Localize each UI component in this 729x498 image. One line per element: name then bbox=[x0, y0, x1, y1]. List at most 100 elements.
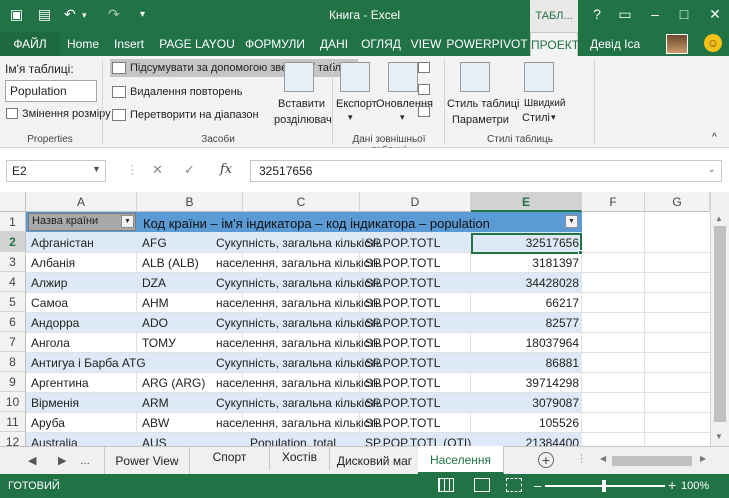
fill-handle[interactable] bbox=[578, 250, 583, 255]
select-all-corner[interactable] bbox=[0, 192, 26, 212]
zoom-level[interactable]: 100% bbox=[681, 480, 709, 492]
cell-country-code[interactable]: ADO bbox=[139, 313, 171, 333]
export-button[interactable]: Експорт bbox=[336, 98, 377, 110]
cell-indicator-name[interactable]: населення, загальна кількість bbox=[213, 373, 384, 393]
page-break-view-icon[interactable] bbox=[506, 478, 522, 492]
properties-small-icon[interactable] bbox=[418, 62, 430, 73]
smiley-feedback-icon[interactable]: ☺ bbox=[704, 34, 722, 52]
unlink-icon[interactable] bbox=[418, 106, 430, 117]
convert-range-button[interactable]: Перетворити на діапазон bbox=[130, 109, 259, 121]
tab-split-handle-icon[interactable]: ⋮ bbox=[576, 452, 587, 465]
cell-population[interactable]: 39714298 bbox=[471, 373, 582, 393]
cell-population[interactable]: 34428028 bbox=[471, 273, 582, 293]
cell-indicator-name[interactable]: Сукупність, загальна кількість bbox=[213, 393, 385, 413]
summarize-pivot-button[interactable]: Підсумувати за допомогою зведеної таблиц… bbox=[130, 62, 356, 74]
cell-indicator-code[interactable]: SP.POP.TOTL bbox=[362, 393, 443, 413]
column-header-b[interactable]: B bbox=[137, 192, 243, 212]
cell-indicator-code[interactable]: SP.POP.TOTL bbox=[362, 233, 443, 253]
cell-population[interactable]: 105526 bbox=[471, 413, 582, 433]
column-header-e[interactable]: E bbox=[471, 192, 582, 212]
row-header[interactable]: 3 bbox=[0, 252, 26, 272]
cell-indicator-name[interactable]: населення, загальна кількість bbox=[213, 293, 384, 313]
cell-country-code[interactable]: ARG (ARG) bbox=[139, 373, 208, 393]
cell-country-code[interactable]: ARM bbox=[139, 393, 172, 413]
worksheet-grid[interactable]: A B C D E F G 1 2 3 4 5 6 7 8 9 10 11 12… bbox=[0, 192, 710, 446]
zoom-slider-thumb[interactable] bbox=[602, 480, 606, 492]
column-header-g[interactable]: G bbox=[645, 192, 710, 212]
cell-indicator-name[interactable]: Сукупність, загальна кількість bbox=[213, 313, 385, 333]
insert-slicer-line1[interactable]: Вставити bbox=[278, 98, 325, 110]
cell-country-name[interactable]: Самоа bbox=[28, 293, 71, 313]
tab-powerpivot[interactable]: POWERPIVOT bbox=[446, 32, 528, 56]
page-layout-view-icon[interactable] bbox=[474, 478, 490, 492]
maximize-icon[interactable]: □ bbox=[672, 6, 696, 22]
cell-country-name[interactable]: Алжир bbox=[28, 273, 70, 293]
scroll-left-icon[interactable]: ◀ bbox=[600, 454, 606, 463]
cell-population[interactable]: 3079087 bbox=[471, 393, 582, 413]
cell-indicator-code[interactable]: SP.POP.TOTL bbox=[362, 333, 443, 353]
row-header[interactable]: 2 bbox=[0, 232, 26, 252]
cell-indicator-code[interactable]: SP.POP.TOTL bbox=[362, 253, 443, 273]
zoom-in-icon[interactable]: + bbox=[668, 477, 676, 493]
hscroll-thumb[interactable] bbox=[612, 456, 692, 466]
sheet-tab-sport[interactable]: Спорт bbox=[190, 443, 270, 470]
close-icon[interactable]: ✕ bbox=[703, 6, 727, 23]
scroll-right-icon[interactable]: ▶ bbox=[700, 454, 706, 463]
tab-file[interactable]: ФАЙЛ bbox=[0, 32, 60, 56]
cell-indicator-name[interactable]: населення, загальна кількість bbox=[213, 413, 384, 433]
prev-sheet-icon[interactable]: ◀ bbox=[28, 454, 36, 467]
enter-icon[interactable]: ✓ bbox=[184, 162, 195, 178]
user-name[interactable]: Девід Іса bbox=[590, 37, 640, 51]
cell-indicator-code[interactable]: SP.POP.TOTL bbox=[362, 273, 443, 293]
minimize-icon[interactable]: – bbox=[643, 6, 667, 22]
cell-country-name[interactable]: Аруба bbox=[28, 413, 68, 433]
cell-population[interactable]: 66217 bbox=[471, 293, 582, 313]
row-header[interactable]: 12 bbox=[0, 432, 26, 446]
row-header[interactable]: 9 bbox=[0, 372, 26, 392]
avatar[interactable] bbox=[666, 34, 688, 54]
column-header-f[interactable]: F bbox=[582, 192, 645, 212]
name-box[interactable]: E2 bbox=[6, 160, 106, 182]
tab-data[interactable]: ДАНІ bbox=[314, 32, 354, 56]
cell-indicator-code[interactable]: SP.POP.TOTL bbox=[362, 293, 443, 313]
cell-population[interactable]: 3181397 bbox=[471, 253, 582, 273]
row-header[interactable]: 7 bbox=[0, 332, 26, 352]
cell-country-name[interactable]: Australia bbox=[28, 433, 81, 446]
cell-indicator-name[interactable]: населення, загальна кількість bbox=[213, 333, 384, 353]
style-options-line1[interactable]: Стиль таблиці bbox=[447, 98, 519, 110]
cell-indicator-name[interactable]: Сукупність, загальна кількість bbox=[213, 273, 385, 293]
cell-country-code[interactable]: ALB (ALB) bbox=[139, 253, 202, 273]
cell-indicator-name[interactable]: Сукупність, загальна кількість bbox=[213, 233, 385, 253]
row-header[interactable]: 4 bbox=[0, 272, 26, 292]
cell-country-code[interactable] bbox=[139, 353, 145, 373]
cell-country-code[interactable]: ABW bbox=[139, 413, 172, 433]
resize-table-button[interactable]: Змінення розміру bbox=[22, 108, 111, 120]
cell-indicator-code[interactable]: SP.POP.TOTL bbox=[362, 353, 443, 373]
filter-dropdown-icon[interactable]: ▼ bbox=[121, 215, 134, 228]
refresh-dropdown-icon[interactable]: ▾ bbox=[400, 112, 405, 123]
cell-country-name[interactable]: Албанія bbox=[28, 253, 78, 273]
cell-country-name[interactable]: Афганістан bbox=[28, 233, 97, 253]
more-sheets-ellipsis[interactable]: ... bbox=[80, 453, 90, 467]
tab-formulas[interactable]: ФОРМУЛИ bbox=[240, 32, 310, 56]
sheet-tab-power-view[interactable]: Power View bbox=[104, 447, 190, 474]
cell-country-name[interactable]: Вірменія bbox=[28, 393, 82, 413]
insert-function-icon[interactable]: fx bbox=[220, 162, 232, 177]
row-header[interactable]: 5 bbox=[0, 292, 26, 312]
insert-slicer-line2[interactable]: розділювач bbox=[274, 114, 332, 126]
column-header-c[interactable]: C bbox=[243, 192, 360, 212]
horizontal-scrollbar[interactable]: ◀ ▶ bbox=[600, 454, 710, 467]
header-cell-merged[interactable]: Код країни – ім'я індикатора – код індик… bbox=[140, 213, 493, 233]
tab-design[interactable]: ПРОЕКТ bbox=[530, 32, 579, 56]
cell-population[interactable]: 86881 bbox=[471, 353, 582, 373]
collapse-ribbon-icon[interactable]: ^ bbox=[712, 132, 717, 143]
cell-population[interactable]: 18037964 bbox=[471, 333, 582, 353]
scroll-thumb[interactable] bbox=[714, 226, 726, 422]
next-sheet-icon[interactable]: ▶ bbox=[58, 454, 66, 467]
sheet-tab-disk[interactable]: Дисковий маг bbox=[330, 447, 420, 474]
cell-population[interactable]: 82577 bbox=[471, 313, 582, 333]
column-header-a[interactable]: A bbox=[26, 192, 137, 212]
help-button[interactable]: ? bbox=[585, 6, 609, 22]
open-browser-icon[interactable] bbox=[418, 84, 430, 95]
cell-country-name[interactable]: Антигуа і Барба ATG bbox=[28, 353, 149, 373]
